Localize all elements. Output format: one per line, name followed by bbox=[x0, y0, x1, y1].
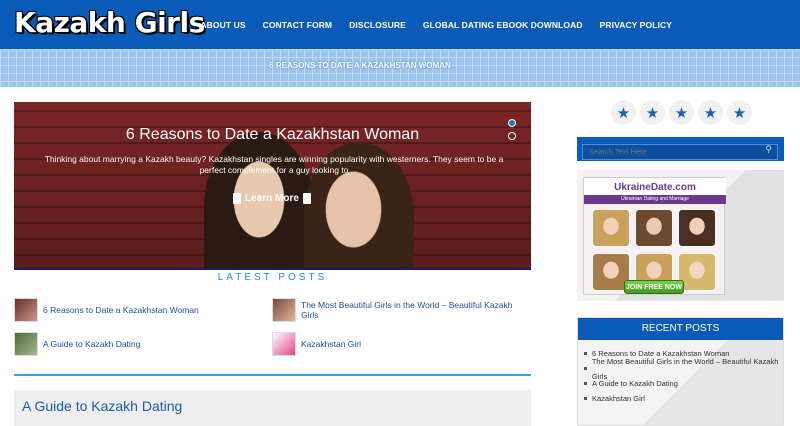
site-logo[interactable]: Kazakh Girls bbox=[14, 6, 205, 39]
list-item[interactable]: The Most Beautiful Girls in the World – … bbox=[272, 298, 522, 322]
recent-post-link[interactable]: The Most Beautiful Girls in the World – … bbox=[584, 357, 783, 381]
slide-excerpt: Thinking about marrying a Kazakh beauty?… bbox=[44, 154, 504, 175]
nav-privacy-policy[interactable]: PRIVACY POLICY bbox=[600, 20, 672, 30]
page-title-bar: 6 REASONS TO DATE A KAZAKHSTAN WOMAN bbox=[0, 49, 800, 87]
search-icon[interactable]: ⚲ bbox=[765, 144, 772, 155]
ad-photo bbox=[678, 209, 716, 247]
post-link[interactable]: A Guide to Kazakh Dating bbox=[43, 339, 140, 349]
star-icon: ★ bbox=[611, 100, 636, 125]
post-link[interactable]: 6 Reasons to Date a Kazakhstan Woman bbox=[43, 305, 199, 315]
site-header: Kazakh Girls ABOUT US CONTACT FORM DISCL… bbox=[0, 0, 800, 49]
nav-contact-form[interactable]: CONTACT FORM bbox=[263, 20, 333, 30]
post-thumbnail[interactable] bbox=[272, 332, 296, 356]
post-link[interactable]: Kazakhstan Girl bbox=[301, 339, 361, 349]
nav-about-us[interactable]: ABOUT US bbox=[200, 20, 245, 30]
nav-disclosure[interactable]: DISCLOSURE bbox=[349, 20, 406, 30]
slider-underline bbox=[14, 268, 531, 270]
ad-brand: UkraineDate.com bbox=[584, 178, 726, 196]
list-item[interactable]: 6 Reasons to Date a Kazakhstan Woman bbox=[14, 298, 199, 322]
ad-photo-grid bbox=[592, 209, 716, 291]
ad-tagline: Ukrainian Dating and Marriage bbox=[584, 195, 726, 204]
slider-dot-active[interactable] bbox=[508, 119, 516, 127]
search-widget: ⚲ bbox=[577, 137, 784, 161]
post-link[interactable]: The Most Beautiful Girls in the World – … bbox=[301, 300, 522, 320]
ad-photo bbox=[592, 209, 630, 247]
nav-ebook-download[interactable]: GLOBAL DATING EBOOK DOWNLOAD bbox=[423, 20, 583, 30]
main-nav: ABOUT US CONTACT FORM DISCLOSURE GLOBAL … bbox=[200, 0, 800, 49]
learn-more-button[interactable]: Learn More bbox=[229, 190, 315, 206]
latest-posts-heading: LATEST POSTS bbox=[217, 272, 328, 283]
dating-ad-banner[interactable]: UkraineDate.com Ukrainian Dating and Mar… bbox=[583, 177, 726, 295]
star-icon: ★ bbox=[727, 100, 752, 125]
featured-slider[interactable]: 6 Reasons to Date a Kazakhstan Woman Thi… bbox=[14, 102, 531, 270]
star-icon: ★ bbox=[669, 100, 694, 125]
search-input[interactable] bbox=[582, 143, 778, 160]
list-item[interactable]: Kazakhstan Girl bbox=[272, 332, 361, 356]
recent-post-link[interactable]: Kazakhstan Girl bbox=[584, 391, 783, 406]
recent-posts-list: 6 Reasons to Date a Kazakhstan Woman The… bbox=[584, 346, 783, 406]
recent-posts-widget: RECENT POSTS 6 Reasons to Date a Kazakhs… bbox=[577, 317, 784, 426]
learn-more-label: Learn More bbox=[245, 192, 299, 204]
slider-dot[interactable] bbox=[508, 132, 516, 140]
article-header: A Guide to Kazakh Dating bbox=[14, 390, 531, 426]
star-icon: ★ bbox=[698, 100, 723, 125]
ad-widget: UkraineDate.com Ukrainian Dating and Mar… bbox=[577, 170, 784, 301]
star-icon: ★ bbox=[640, 100, 665, 125]
join-free-button[interactable]: JOIN FREE NOW bbox=[624, 280, 684, 294]
ad-photo bbox=[635, 209, 673, 247]
bracket-icon bbox=[302, 192, 311, 204]
recent-posts-heading: RECENT POSTS bbox=[578, 318, 783, 340]
article-title[interactable]: A Guide to Kazakh Dating bbox=[22, 398, 182, 414]
page-title: 6 REASONS TO DATE A KAZAKHSTAN WOMAN bbox=[269, 61, 451, 70]
rating-stars: ★ ★ ★ ★ ★ bbox=[611, 100, 752, 125]
post-thumbnail[interactable] bbox=[14, 298, 38, 322]
slide-title[interactable]: 6 Reasons to Date a Kazakhstan Woman bbox=[14, 126, 531, 144]
section-divider bbox=[14, 374, 531, 376]
list-item[interactable]: A Guide to Kazakh Dating bbox=[14, 332, 140, 356]
post-thumbnail[interactable] bbox=[14, 332, 38, 356]
post-thumbnail[interactable] bbox=[272, 298, 296, 322]
bracket-icon bbox=[233, 192, 242, 204]
